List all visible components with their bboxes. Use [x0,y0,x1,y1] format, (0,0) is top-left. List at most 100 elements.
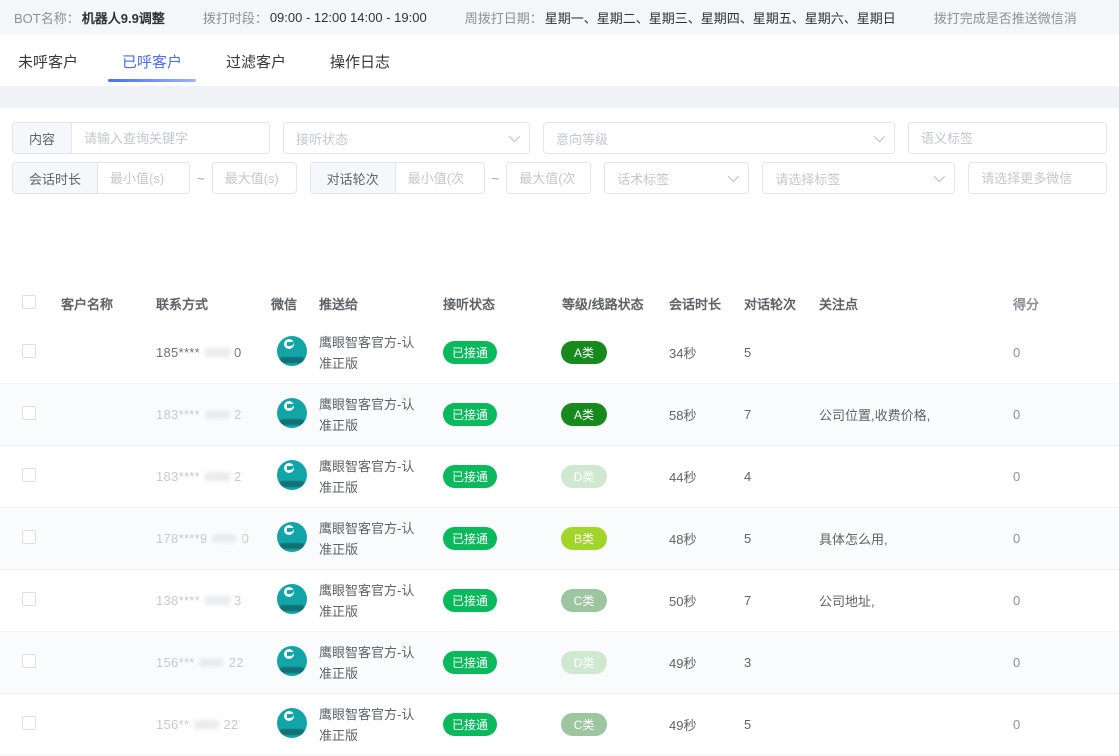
header-session-duration: 会话时长 [663,294,738,313]
grade-badge: D类 [561,465,607,488]
header-pushed-to: 推送给 [313,294,433,313]
redacted-digits [209,531,241,546]
dialog-turns-group: 对话轮次 [310,162,485,194]
table-row[interactable]: 138****3 鹰眼智客官方-认准正版 已接通 C类 50秒 7 公司地址, … [0,570,1119,632]
contact-cell: 156**22 [150,717,265,732]
redacted-digits [190,717,222,732]
contact-cell: 178****90 [150,531,265,546]
duration-cell: 49秒 [663,653,738,672]
score-cell: 0 [1003,345,1119,360]
header-customer-name: 客户名称 [55,294,150,313]
session-duration-label: 会话时长 [13,163,98,193]
duration-max-field [212,162,297,194]
header-grade-line-status: 等级/线路状态 [548,294,663,313]
chevron-down-icon [934,171,945,182]
session-duration-group: 会话时长 [12,162,190,194]
duration-min-input[interactable] [98,163,189,193]
turns-min-input[interactable] [396,163,484,193]
semantic-tag-input[interactable] [909,131,1106,146]
table-row[interactable]: 156***22 鹰眼智客官方-认准正版 已接通 D类 49秒 3 0 [0,632,1119,694]
row-checkbox[interactable] [22,344,36,358]
bot-name: BOT名称： 机器人9.9调整 [14,8,165,27]
score-cell: 0 [1003,469,1119,484]
turns-cell: 5 [738,531,813,546]
tab-operation-log[interactable]: 操作日志 [328,37,392,84]
table-row[interactable]: 178****90 鹰眼智客官方-认准正版 已接通 B类 48秒 5 具体怎么用… [0,508,1119,570]
score-cell: 0 [1003,655,1119,670]
pushed-to-cell: 鹰眼智客官方-认准正版 [313,332,433,374]
score-cell: 0 [1003,593,1119,608]
chevron-down-icon [728,171,739,182]
header-wechat: 微信 [265,294,313,313]
chevron-down-icon [509,131,520,142]
range-separator: ~ [492,171,500,186]
tag-select[interactable]: 请选择标签 [762,162,955,194]
wechat-avatar-icon [277,398,307,428]
row-checkbox[interactable] [22,406,36,420]
duration-max-input[interactable] [213,171,296,186]
row-checkbox[interactable] [22,530,36,544]
wechat-avatar-icon [277,336,307,366]
contact-cell: 183****2 [150,407,265,422]
focus-cell: 公司位置,收费价格, [813,405,1003,424]
table-row[interactable]: 156**22 鹰眼智客官方-认准正版 已接通 C类 49秒 5 0 [0,694,1119,756]
header-focus: 关注点 [813,294,1003,313]
table-body: 185****0 鹰眼智客官方-认准正版 已接通 A类 34秒 5 0 183*… [0,322,1119,756]
turns-max-input[interactable] [507,171,590,186]
more-wechat-input[interactable] [969,171,1106,186]
filter-panel: 内容 接听状态 意向等级 会话时长 ~ 对话轮次 ~ [0,108,1119,208]
pushed-to-cell: 鹰眼智客官方-认准正版 [313,642,433,684]
table-row[interactable]: 183****2 鹰眼智客官方-认准正版 已接通 A类 58秒 7 公司位置,收… [0,384,1119,446]
pushed-to-cell: 鹰眼智客官方-认准正版 [313,704,433,746]
tab-uncalled-customers[interactable]: 未呼客户 [16,37,80,84]
dialog-turns-label: 对话轮次 [311,163,396,193]
wechat-avatar-icon [277,584,307,614]
dial-time-range: 拨打时段： 09:00 - 12:00 14:00 - 19:00 [203,8,427,27]
listen-status-select[interactable]: 接听状态 [283,122,530,154]
row-checkbox[interactable] [22,468,36,482]
listen-status-badge: 已接通 [443,527,497,550]
customer-tabs: 未呼客户 已呼客户 过滤客户 操作日志 [0,34,1119,86]
script-tag-select[interactable]: 话术标签 [604,162,749,194]
score-cell: 0 [1003,407,1119,422]
turns-cell: 4 [738,469,813,484]
intent-level-select[interactable]: 意向等级 [543,122,895,154]
table-row[interactable]: 183****2 鹰眼智客官方-认准正版 已接通 D类 44秒 4 0 [0,446,1119,508]
content-filter-group: 内容 [12,122,270,154]
turns-cell: 5 [738,345,813,360]
listen-status-badge: 已接通 [443,713,497,736]
redacted-digits [201,345,233,360]
content-keyword-input[interactable] [72,123,269,153]
grade-badge: C类 [561,713,607,736]
weekly-dial-days: 周拨打日期： 星期一、星期二、星期三、星期四、星期五、星期六、星期日 [465,8,896,27]
section-divider [0,86,1119,108]
table-header-row: 客户名称 联系方式 微信 推送给 接听状态 等级/线路状态 会话时长 对话轮次 … [0,284,1119,322]
turns-cell: 5 [738,717,813,732]
turns-cell: 3 [738,655,813,670]
tab-filtered-customers[interactable]: 过滤客户 [224,37,288,84]
range-separator: ~ [197,171,205,186]
wechat-avatar-icon [277,460,307,490]
listen-status-badge: 已接通 [443,341,497,364]
contact-cell: 185****0 [150,345,265,360]
score-cell: 0 [1003,531,1119,546]
row-checkbox[interactable] [22,592,36,606]
pushed-to-cell: 鹰眼智客官方-认准正版 [313,518,433,560]
row-checkbox[interactable] [22,654,36,668]
filter-row-1: 内容 接听状态 意向等级 [12,122,1107,154]
select-all-checkbox[interactable] [22,295,36,309]
focus-cell: 公司地址, [813,591,1003,610]
chevron-down-icon [874,131,885,142]
tab-called-customers[interactable]: 已呼客户 [120,37,184,84]
semantic-tag-field [908,122,1107,154]
grade-badge: B类 [561,527,607,550]
row-checkbox[interactable] [22,716,36,730]
duration-cell: 50秒 [663,591,738,610]
pushed-to-cell: 鹰眼智客官方-认准正版 [313,580,433,622]
redacted-digits [201,469,233,484]
called-customers-table: 客户名称 联系方式 微信 推送给 接听状态 等级/线路状态 会话时长 对话轮次 … [0,284,1119,756]
pushed-to-cell: 鹰眼智客官方-认准正版 [313,456,433,498]
redacted-digits [201,407,233,422]
header-listen-status: 接听状态 [433,294,548,313]
table-row[interactable]: 185****0 鹰眼智客官方-认准正版 已接通 A类 34秒 5 0 [0,322,1119,384]
